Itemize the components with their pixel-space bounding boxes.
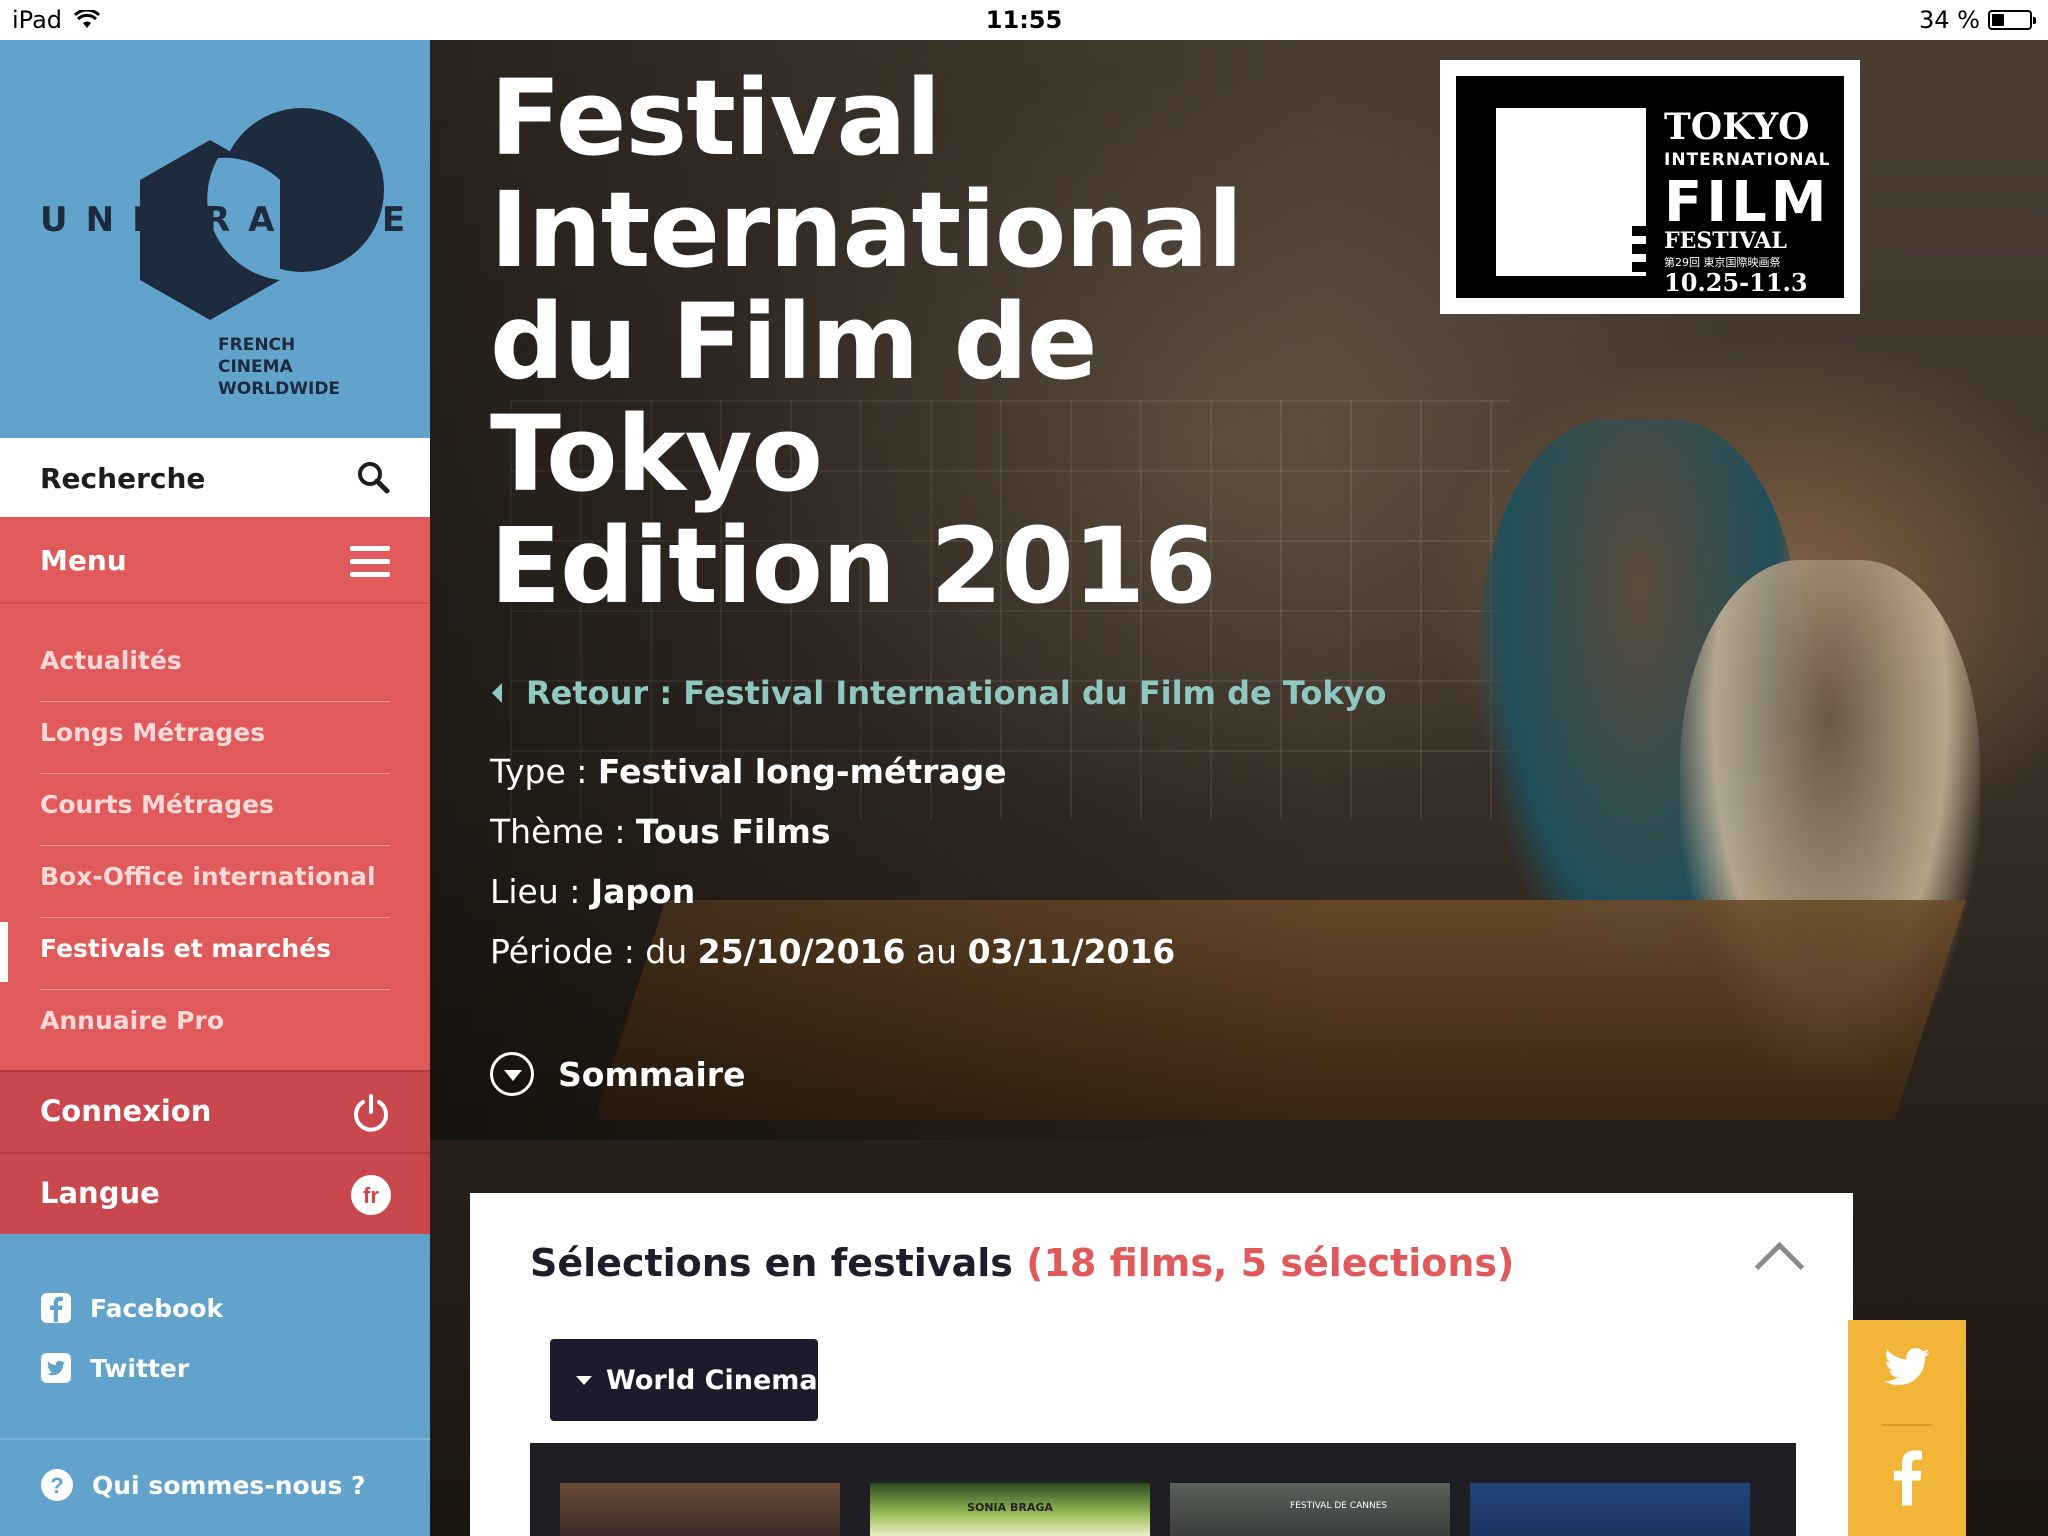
dropdown-label: World Cinema: [606, 1364, 818, 1396]
festival-meta: Type : Festival long-métrage Thème : Tou…: [490, 752, 1175, 992]
back-link-label: Retour : Festival International du Film …: [526, 674, 1387, 712]
meta-periode: Période : du 25/10/2016 au 03/11/2016: [490, 932, 1176, 971]
sidebar-divider: [0, 1438, 430, 1440]
language-code: fr: [363, 1183, 379, 1208]
battery-indicator: 34 %: [1919, 6, 2036, 34]
chevron-up-icon[interactable]: [1754, 1241, 1805, 1292]
about-link[interactable]: ? Qui sommes-nous ?: [40, 1468, 366, 1502]
menu-label: Menu: [40, 544, 127, 577]
selections-count: (18 films, 5 sélections): [1026, 1241, 1515, 1285]
meta-theme: Thème : Tous Films: [490, 812, 831, 851]
menu-toggle[interactable]: Menu: [0, 520, 430, 604]
selection-dropdown[interactable]: World Cinema: [550, 1339, 818, 1421]
film-poster[interactable]: FESTIVAL DE CANNES: [1170, 1483, 1450, 1536]
logo-wordmark: UNIFRANCE: [40, 200, 424, 240]
facebook-icon: [41, 1293, 71, 1323]
main-menu: Menu Actualités Longs Métrages Courts Mé…: [0, 520, 430, 1070]
menu-item-label: Festivals et marchés: [40, 934, 332, 963]
menu-item-label: Box-Office international: [40, 862, 376, 891]
menu-item-label: Longs Métrages: [40, 718, 266, 747]
film-poster[interactable]: SONIA BRAGA: [870, 1483, 1150, 1536]
menu-item-festivals[interactable]: Festivals et marchés: [0, 918, 430, 990]
about-label: Qui sommes-nous ?: [92, 1470, 366, 1500]
help-icon: ?: [41, 1469, 73, 1501]
share-divider: [1882, 1424, 1932, 1426]
twitter-icon: [41, 1353, 71, 1383]
menu-item-label: Annuaire Pro: [40, 1006, 224, 1035]
langue-button[interactable]: Langue fr: [0, 1152, 430, 1234]
poster-strip: SONIA BRAGA FESTIVAL DE CANNES: [530, 1443, 1796, 1536]
menu-item-actualites[interactable]: Actualités: [0, 630, 430, 702]
status-bar: iPad 11:55 34 %: [0, 0, 2048, 40]
connexion-button[interactable]: Connexion: [0, 1070, 430, 1152]
active-indicator: [0, 922, 8, 982]
tagline-line: FRENCH: [218, 335, 296, 355]
battery-percent: 34 %: [1919, 6, 1980, 34]
menu-item-box-office[interactable]: Box-Office international: [0, 846, 430, 918]
twitter-link[interactable]: Twitter: [40, 1352, 189, 1384]
menu-item-label: Actualités: [40, 646, 182, 675]
selections-heading: Sélections en festivals (18 films, 5 sél…: [530, 1241, 1515, 1285]
menu-item-longs-metrages[interactable]: Longs Métrages: [0, 702, 430, 774]
language-icon: fr: [351, 1175, 391, 1215]
clock: 11:55: [985, 6, 1063, 34]
title-line: International: [490, 169, 1243, 291]
search-label: Recherche: [40, 462, 206, 495]
festival-logo-text: FESTIVAL: [1664, 228, 1787, 254]
sommaire-toggle[interactable]: Sommaire: [490, 1052, 745, 1096]
share-bar: [1848, 1320, 1966, 1536]
selections-card: Sélections en festivals (18 films, 5 sél…: [470, 1193, 1853, 1536]
tagline-line: CINEMA: [218, 357, 293, 377]
poster-caption: FESTIVAL DE CANNES: [1290, 1501, 1388, 1511]
meta-lieu: Lieu : Japon: [490, 872, 696, 911]
facebook-label: Facebook: [90, 1293, 224, 1323]
title-line: Festival: [490, 57, 941, 179]
svg-text:?: ?: [50, 1473, 63, 1498]
twitter-label: Twitter: [90, 1353, 190, 1383]
power-icon: [354, 1094, 388, 1132]
title-line: Edition 2016: [490, 505, 1217, 627]
facebook-link[interactable]: Facebook: [40, 1292, 223, 1324]
festival-logo-text: TOKYO: [1664, 106, 1810, 148]
facebook-share-icon[interactable]: [1892, 1450, 1922, 1506]
poster-caption: SONIA BRAGA: [967, 1501, 1053, 1514]
twitter-share-icon[interactable]: [1884, 1348, 1930, 1386]
festival-logo-text: 10.25-11.3: [1664, 268, 1808, 297]
connexion-label: Connexion: [40, 1094, 212, 1128]
battery-icon: [1988, 10, 2036, 30]
chevron-left-icon: [492, 683, 502, 703]
meta-type: Type : Festival long-métrage: [490, 752, 1007, 791]
menu-list: Actualités Longs Métrages Courts Métrage…: [0, 630, 430, 1062]
caret-down-icon: [576, 1375, 592, 1385]
festival-logo-text: FILM: [1664, 170, 1831, 235]
festival-logo-text: INTERNATIONAL: [1664, 150, 1831, 170]
page-title: Festival International du Film de Tokyo …: [490, 62, 1390, 622]
sidebar: UNIFRANCE FRENCH CINEMA WORLDWIDE Recher…: [0, 40, 430, 1536]
title-line: Tokyo: [490, 393, 823, 515]
unifrance-logo[interactable]: UNIFRANCE FRENCH CINEMA WORLDWIDE: [0, 40, 430, 438]
tagline-line: WORLDWIDE: [218, 379, 341, 399]
menu-item-annuaire[interactable]: Annuaire Pro: [0, 990, 430, 1062]
search-icon: [358, 462, 390, 494]
menu-item-label: Courts Métrages: [40, 790, 274, 819]
title-line: du Film de: [490, 281, 1098, 403]
chevron-down-circle-icon: [490, 1052, 534, 1096]
hamburger-icon: [350, 546, 390, 578]
langue-label: Langue: [40, 1176, 160, 1210]
film-poster[interactable]: [560, 1483, 840, 1536]
search-button[interactable]: Recherche: [0, 438, 430, 520]
back-link[interactable]: Retour : Festival International du Film …: [490, 674, 1387, 712]
logo-tagline: FRENCH CINEMA WORLDWIDE: [218, 334, 340, 400]
sommaire-label: Sommaire: [558, 1054, 746, 1094]
film-poster[interactable]: [1470, 1483, 1750, 1536]
festival-logo: TOKYO INTERNATIONAL FILM FESTIVAL 第29回 東…: [1440, 60, 1860, 314]
menu-item-courts-metrages[interactable]: Courts Métrages: [0, 774, 430, 846]
